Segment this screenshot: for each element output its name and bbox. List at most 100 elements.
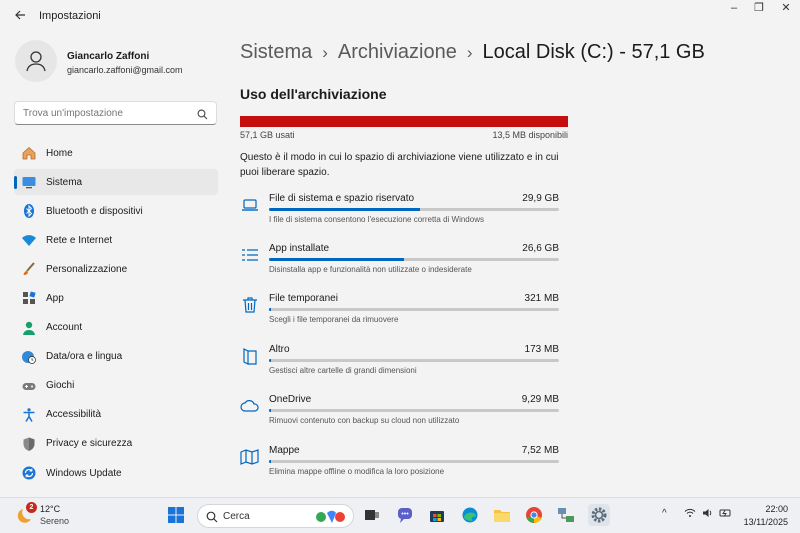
category-description: Disinstalla app e funzionalità non utili… xyxy=(269,265,472,274)
accessibility-icon xyxy=(21,407,37,423)
clock-time[interactable]: 22:00 xyxy=(765,504,788,514)
windows-logo-icon xyxy=(168,507,184,523)
sidebar-item-label: App xyxy=(46,292,64,304)
file-explorer-app[interactable] xyxy=(492,505,512,525)
task-view-button[interactable] xyxy=(362,505,382,525)
edge-app[interactable] xyxy=(460,505,480,525)
sidebar-item-app[interactable]: App xyxy=(14,285,218,311)
breadcrumb: Sistema › Archiviazione › Local Disk (C:) - … xyxy=(240,41,705,64)
category-name: Mappe xyxy=(269,445,300,456)
category-size: 29,9 GB xyxy=(522,193,559,204)
storage-category-maps[interactable]: Mappe 7,52 MB Elimina mappe offline o mo… xyxy=(240,445,565,485)
cloud-icon xyxy=(240,396,260,416)
task-view-icon xyxy=(365,510,379,520)
category-usage-bar xyxy=(269,208,559,211)
storage-usage-bar xyxy=(240,116,568,127)
gear-icon xyxy=(591,507,607,523)
search-input[interactable] xyxy=(15,102,185,124)
sidebar-nav: Home Sistema Bluetooth e dispositivi Ret… xyxy=(14,140,218,489)
chrome-app[interactable] xyxy=(524,505,544,525)
sidebar-item-accessibilita[interactable]: Accessibilità xyxy=(14,402,218,428)
category-usage-bar xyxy=(269,359,559,362)
storage-category-other[interactable]: Altro 173 MB Gestisci altre cartelle di … xyxy=(240,344,565,384)
breadcrumb-archiviazione[interactable]: Archiviazione xyxy=(338,41,457,63)
category-description: I file di sistema consentono l'esecuzion… xyxy=(269,215,484,224)
user-name: Giancarlo Zaffoni xyxy=(67,51,150,62)
wifi-status-icon[interactable] xyxy=(684,508,696,521)
teams-app[interactable] xyxy=(395,505,415,525)
sidebar-item-label: Bluetooth e dispositivi xyxy=(46,205,143,217)
category-size: 173 MB xyxy=(524,344,559,355)
storage-category-temp[interactable]: File temporanei 321 MB Scegli i file tem… xyxy=(240,293,565,333)
globe-clock-icon xyxy=(21,349,37,365)
category-name: OneDrive xyxy=(269,394,312,405)
sidebar-item-sistema[interactable]: Sistema xyxy=(14,169,218,196)
sidebar-item-home[interactable]: Home xyxy=(14,140,218,166)
category-usage-bar xyxy=(269,409,559,412)
clock-date[interactable]: 13/11/2025 xyxy=(744,517,788,527)
brush-icon xyxy=(21,261,37,277)
section-title: Uso dell'archiviazione xyxy=(240,86,387,102)
trash-icon xyxy=(240,295,260,315)
breadcrumb-sistema[interactable]: Sistema xyxy=(240,41,312,63)
wifi-icon xyxy=(21,232,37,248)
laptop-icon xyxy=(240,195,260,215)
sidebar-item-windows-update[interactable]: Windows Update xyxy=(14,460,218,486)
start-button[interactable] xyxy=(166,505,186,525)
category-name: Altro xyxy=(269,344,290,355)
settings-app[interactable] xyxy=(588,504,610,526)
sidebar-item-label: Accessibilità xyxy=(46,409,102,421)
category-description: Gestisci altre cartelle di grandi dimens… xyxy=(269,366,417,375)
volume-icon[interactable] xyxy=(702,508,714,521)
search-label: Cerca xyxy=(223,511,250,522)
used-space-label: 57,1 GB usati xyxy=(240,130,295,140)
network-app[interactable] xyxy=(556,505,576,525)
breadcrumb-separator: › xyxy=(466,43,473,62)
sidebar-item-account[interactable]: Account xyxy=(14,315,218,341)
sidebar-item-bluetooth[interactable]: Bluetooth e dispositivi xyxy=(14,198,218,224)
battery-icon[interactable] xyxy=(719,508,732,521)
category-name: File temporanei xyxy=(269,293,338,304)
tray-overflow-chevron[interactable]: ^ xyxy=(662,508,667,519)
back-button[interactable] xyxy=(10,7,30,25)
sidebar-item-label: Windows Update xyxy=(46,467,122,479)
search-icon[interactable] xyxy=(197,107,208,125)
storage-category-apps[interactable]: App installate 26,6 GB Disinstalla app e… xyxy=(240,243,565,283)
weather-temperature: 12°C xyxy=(40,504,61,514)
sidebar-item-privacy[interactable]: Privacy e sicurezza xyxy=(14,431,218,457)
search-icon xyxy=(206,510,218,528)
store-app[interactable] xyxy=(427,505,447,525)
shield-icon xyxy=(21,436,37,452)
gamepad-icon xyxy=(21,378,37,394)
sidebar-item-label: Personalizzazione xyxy=(46,263,128,275)
category-size: 7,52 MB xyxy=(521,445,559,456)
sidebar-item-personalizzazione[interactable]: Personalizzazione xyxy=(14,256,218,282)
close-button[interactable]: ✕ xyxy=(770,0,800,18)
category-name: File di sistema e spazio riservato xyxy=(269,193,415,204)
apps-icon xyxy=(21,290,37,306)
avatar[interactable] xyxy=(15,40,57,82)
edge-icon xyxy=(462,507,478,523)
sidebar-item-rete[interactable]: Rete e Internet xyxy=(14,227,218,253)
storage-category-onedrive[interactable]: OneDrive 9,29 MB Rimuovi contenuto con b… xyxy=(240,394,565,434)
map-icon xyxy=(240,447,260,467)
sidebar-item-label: Sistema xyxy=(46,176,83,188)
title-bar: Impostazioni – ❐ ✕ xyxy=(0,0,800,32)
sidebar-item-giochi[interactable]: Giochi xyxy=(14,373,218,399)
home-icon xyxy=(21,145,37,161)
sidebar-item-data-ora[interactable]: Data/ora e lingua xyxy=(14,344,218,370)
storage-category-system[interactable]: File di sistema e spazio riservato 29,9 … xyxy=(240,193,565,233)
store-icon xyxy=(430,511,444,522)
settings-search-box[interactable] xyxy=(14,101,217,125)
sidebar-item-label: Account xyxy=(46,322,83,334)
book-icon xyxy=(240,346,260,366)
taskbar-search[interactable]: Cerca xyxy=(197,504,354,528)
category-size: 26,6 GB xyxy=(522,243,559,254)
category-usage-bar xyxy=(269,460,559,463)
user-email: giancarlo.zaffoni@gmail.com xyxy=(67,65,183,75)
free-space-label: 13,5 MB disponibili xyxy=(492,130,568,140)
back-arrow-icon xyxy=(15,10,25,20)
category-usage-bar xyxy=(269,308,559,311)
sidebar-item-label: Home xyxy=(46,147,73,159)
taskbar: 2 12°C Sereno Cerca ^ 22:00 13/11/2025 xyxy=(0,497,800,533)
